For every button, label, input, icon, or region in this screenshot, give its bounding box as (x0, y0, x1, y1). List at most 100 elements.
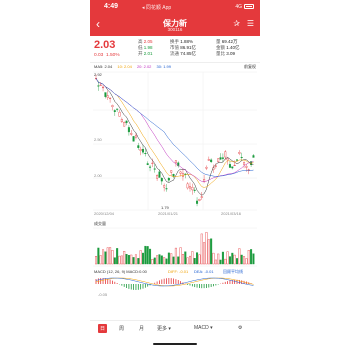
candle-body (193, 189, 196, 191)
price-change: 0.03 1.50% (94, 53, 120, 58)
ytick-top: 2.50 (94, 137, 102, 142)
quote-value: 2.01 (143, 51, 153, 56)
candle-body (125, 120, 128, 124)
candle-body (210, 159, 213, 163)
candle-body (99, 84, 102, 86)
candle-body (196, 200, 199, 204)
candle-body (134, 135, 137, 138)
candle-body (217, 158, 220, 162)
quote-value: 1.88% (180, 39, 194, 44)
volume-bar (125, 253, 128, 265)
menu-icon[interactable]: ☰ (247, 19, 254, 28)
volume-bar (127, 255, 130, 265)
favorite-icon[interactable]: ✰ (233, 19, 240, 28)
ma5-label: MA5: 2.04 (94, 64, 113, 69)
volume-bar (243, 256, 246, 265)
ma-legend: MA5: 2.04 10: 2.04 20: 2.02 30: 1.99 (94, 64, 175, 69)
tab-macd[interactable]: MACD ▾ (194, 325, 213, 331)
volume-bar (210, 238, 213, 265)
volume-bar (160, 255, 163, 265)
candle-body (153, 168, 156, 170)
quote-key: 开 (138, 51, 143, 56)
quote-key: 高 (138, 39, 143, 44)
high-marker: 2.92 (94, 72, 102, 77)
volume-bar (146, 246, 149, 265)
macd-tick: -0.05 (98, 292, 108, 297)
quote-value: 3.09 (226, 51, 236, 56)
volume-bar (123, 251, 126, 265)
quote-value: 86.91亿 (180, 45, 197, 50)
volume-bars (94, 232, 255, 265)
candle-body (149, 166, 152, 168)
quote-key: 量比 (216, 51, 225, 56)
candle-body (221, 157, 224, 159)
volume-bar (240, 254, 243, 265)
quote-key: 量 (216, 39, 221, 44)
volume-bar (106, 247, 109, 265)
candle-body (106, 95, 109, 98)
dif-label: DIFF: -0.01 (168, 269, 189, 274)
quote-key: 低 (138, 45, 143, 50)
tab-more[interactable]: 更多 ▾ (157, 325, 171, 332)
candle-body (113, 110, 116, 112)
volume-bar (181, 254, 184, 265)
volume-bar (174, 247, 177, 265)
candle-body (156, 175, 159, 179)
volume-bar (99, 255, 102, 265)
volume-bar (151, 259, 154, 265)
volume-bar (97, 247, 100, 265)
date-right: 2021/03/16 (221, 211, 242, 216)
home-indicator (153, 343, 197, 345)
chart-area[interactable]: 2.92 2.50 2.00 1.79 2020/12/04 2021/01/2… (90, 70, 260, 299)
volume-bar (191, 251, 194, 265)
quote-value: 1.98 (143, 45, 153, 50)
volume-bar (245, 258, 248, 265)
volume-bar (153, 257, 156, 265)
candle-body (163, 185, 166, 188)
candle-body (172, 174, 175, 177)
candle-body (247, 169, 250, 171)
macd-right-label[interactable]: 回顾平均线 (223, 269, 243, 275)
volume-bar (104, 251, 107, 265)
volume-bar (144, 245, 147, 265)
volume-bar (139, 250, 142, 265)
volume-bar (193, 258, 196, 265)
volume-bar (221, 251, 224, 265)
quote-key: 流通 (170, 51, 179, 56)
volume-bar (142, 252, 145, 265)
title-bar: ‹ 保力新 300116 ✰ ☰ (90, 14, 260, 36)
candle-body (111, 105, 114, 108)
settings-icon[interactable]: ⚙ (238, 325, 242, 331)
status-app-label[interactable]: ◂ 同花顺 App (142, 4, 171, 11)
tab-week[interactable]: 周 (119, 325, 124, 332)
candle-body (198, 199, 201, 201)
volume-bar (170, 253, 173, 265)
candle-body (167, 178, 170, 181)
volume-bar (217, 253, 220, 265)
candle-body (214, 165, 217, 167)
candle-body (118, 111, 121, 117)
candle-body (97, 85, 100, 87)
tab-day[interactable]: 日 (98, 324, 108, 333)
volume-bar (102, 249, 105, 265)
volume-bar (196, 252, 199, 265)
volume-bar (233, 254, 236, 265)
date-left: 2020/12/04 (94, 211, 115, 216)
battery-icon (244, 4, 254, 9)
volume-bar (137, 258, 140, 265)
candle-body (116, 108, 119, 110)
ma10-line (95, 78, 254, 188)
volume-bar (219, 259, 222, 265)
candle-body (228, 164, 231, 168)
candlesticks (94, 74, 255, 207)
ma10-label: 10: 2.04 (117, 64, 132, 69)
candle-body (205, 166, 208, 169)
volume-bar (118, 255, 121, 265)
quote-key: 换手 (170, 39, 179, 44)
low-marker: 1.79 (161, 205, 169, 210)
candle-body (137, 145, 140, 148)
tab-month[interactable]: 月 (139, 325, 144, 332)
change-amount: 0.03 (94, 53, 104, 58)
volume-bar (167, 252, 170, 265)
volume-bar (200, 233, 203, 265)
